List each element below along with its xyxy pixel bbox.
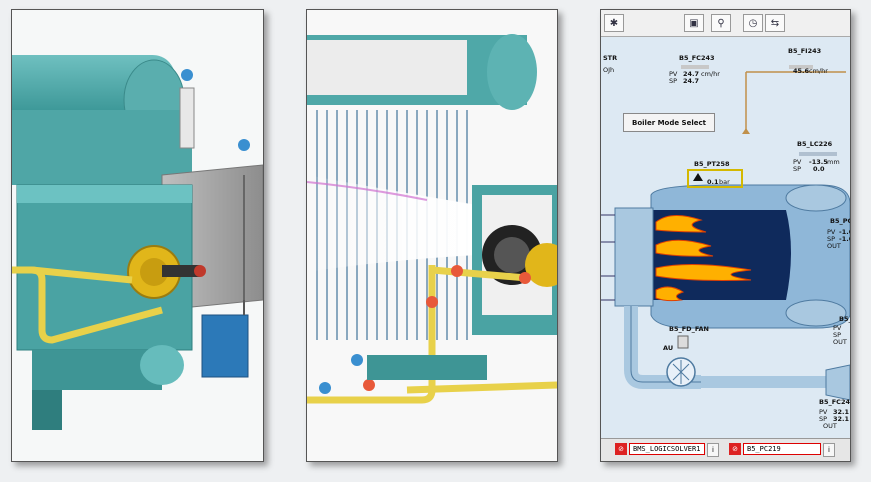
hmi-process-graphic: B5_FC243 PV 24.7 cm/hr SP 24.7 B5_FI243 … [601, 47, 850, 430]
hmi-screen: ✱ ▣ ⚲ ◷ ⇆ B5_FC243 PV 24.7 cm/hr SP 24.7… [600, 9, 851, 462]
alarm-bms-logicsolver[interactable]: BMS_LOGICSOLVER1 [629, 443, 705, 455]
boiler-exterior-render [11, 9, 264, 462]
fi243-name: B5_FI243 [788, 47, 821, 55]
boiler-exterior-illustration [12, 10, 263, 461]
svg-text:SP: SP [793, 165, 801, 173]
info-button-2[interactable]: i [823, 443, 835, 457]
svg-text:cm/hr: cm/hr [809, 67, 828, 75]
fc245-name: B5_FC245 [819, 398, 850, 406]
alarm-icon-2[interactable]: ⊘ [729, 443, 741, 455]
boiler-cutaway-illustration [307, 10, 557, 461]
svg-text:24.7: 24.7 [683, 77, 699, 85]
svg-text:bar: bar [719, 178, 730, 186]
boiler-mode-select-button[interactable]: Boiler Mode Select [623, 113, 715, 132]
alarm-status-bar: ⊘ BMS_LOGICSOLVER1 i ⊘ B5_PC219 i [601, 438, 850, 461]
b5-right2-name: B5_ [839, 315, 850, 323]
boiler-cutaway-render [306, 9, 558, 462]
steam-drum [785, 184, 847, 212]
svg-text:SP: SP [669, 77, 677, 85]
svg-text:45.6: 45.6 [793, 67, 810, 75]
fd-fan-motor [677, 335, 689, 349]
fd-fan-mode: AU [663, 344, 673, 352]
mud-drum [785, 299, 847, 327]
alarm-pc219[interactable]: B5_PC219 [743, 443, 821, 455]
svg-text:OUT: OUT [833, 338, 847, 346]
svg-text:mm: mm [827, 158, 840, 166]
lc226-name: B5_LC226 [797, 140, 833, 148]
pt258-name: B5_PT258 [694, 160, 730, 168]
svg-text:OUT: OUT [823, 422, 837, 430]
svg-text:0.1: 0.1 [707, 178, 719, 186]
svg-text:OUT: OUT [827, 242, 841, 250]
svg-text:cm/hr: cm/hr [701, 70, 720, 78]
svg-text:0.0: 0.0 [813, 165, 825, 173]
pc-right-name: B5_PC [830, 217, 850, 225]
svg-text:OJh: OJh [603, 66, 614, 74]
fd-fan-name: B5_FD_FAN [669, 325, 709, 333]
str-name: STR [603, 54, 617, 62]
windbox [614, 207, 654, 307]
info-button-1[interactable]: i [707, 443, 719, 457]
fc243-name: B5_FC243 [679, 54, 715, 62]
alarm-icon[interactable]: ⊘ [615, 443, 627, 455]
